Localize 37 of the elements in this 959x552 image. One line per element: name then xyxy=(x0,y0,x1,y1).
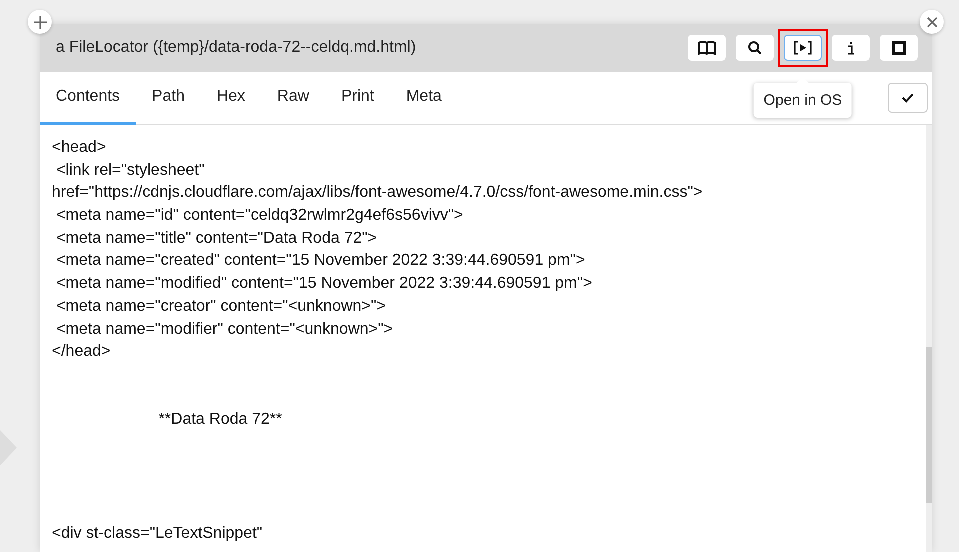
info-button[interactable] xyxy=(832,35,870,61)
tab[interactable]: Print xyxy=(325,72,390,125)
tab[interactable]: Meta xyxy=(390,72,458,125)
open-book-icon xyxy=(698,41,716,55)
tab[interactable]: Contents xyxy=(40,72,136,125)
checkmark-icon xyxy=(902,93,914,103)
code-line: href="https://cdnjs.cloudflare.com/ajax/libs/font-awesome/4.7.0/css/font-awesome.min.css"> xyxy=(52,183,704,204)
code-line: <meta name="modifier" content="<unknown>"> xyxy=(55,320,394,340)
close-icon xyxy=(926,16,938,28)
tab[interactable]: Hex xyxy=(200,72,262,125)
code-line: </head> xyxy=(52,342,112,362)
window-title: a FileLocator ({temp}/data-roda-72--celdq.md.html) xyxy=(56,39,418,57)
code-line: <meta name="title" content="Data Roda 72"> xyxy=(55,228,378,249)
tab[interactable]: Raw xyxy=(261,72,326,125)
code-line: <meta name="id" content="celdq32rwlmr2g4ef6s56vivv"> xyxy=(55,206,464,226)
code-line: **Data Roda 72** xyxy=(158,410,284,430)
code-line: <head> xyxy=(52,138,108,158)
add-button[interactable] xyxy=(28,10,52,34)
code-line: <meta name="creator" content="<unknown>"> xyxy=(55,296,388,317)
code-line: <meta name="created" content="15 November 2022 3:39:44.690591 pm"> xyxy=(55,251,586,272)
code-line: <meta name="modified" content="15 November 2022 3:39:44.690591 pm"> xyxy=(55,274,594,294)
stop-icon xyxy=(892,41,906,55)
stop-button[interactable] xyxy=(880,35,918,61)
info-icon xyxy=(847,41,855,55)
search-icon xyxy=(748,41,762,55)
close-button[interactable] xyxy=(920,10,944,34)
scrollbar[interactable] xyxy=(926,125,932,552)
plus-icon xyxy=(34,16,46,28)
confirm-button[interactable] xyxy=(888,83,928,113)
search-button[interactable] xyxy=(736,35,774,61)
code-line: <link rel="stylesheet" xyxy=(55,160,206,181)
read-button[interactable] xyxy=(688,35,726,61)
code-line: <div st-class="LeTextSnippet" xyxy=(52,524,264,544)
play-bracket-icon xyxy=(794,41,812,55)
open-in-os-button[interactable] xyxy=(784,35,822,61)
scrollbar-thumb[interactable] xyxy=(926,347,932,503)
tab[interactable]: Path xyxy=(136,72,201,125)
